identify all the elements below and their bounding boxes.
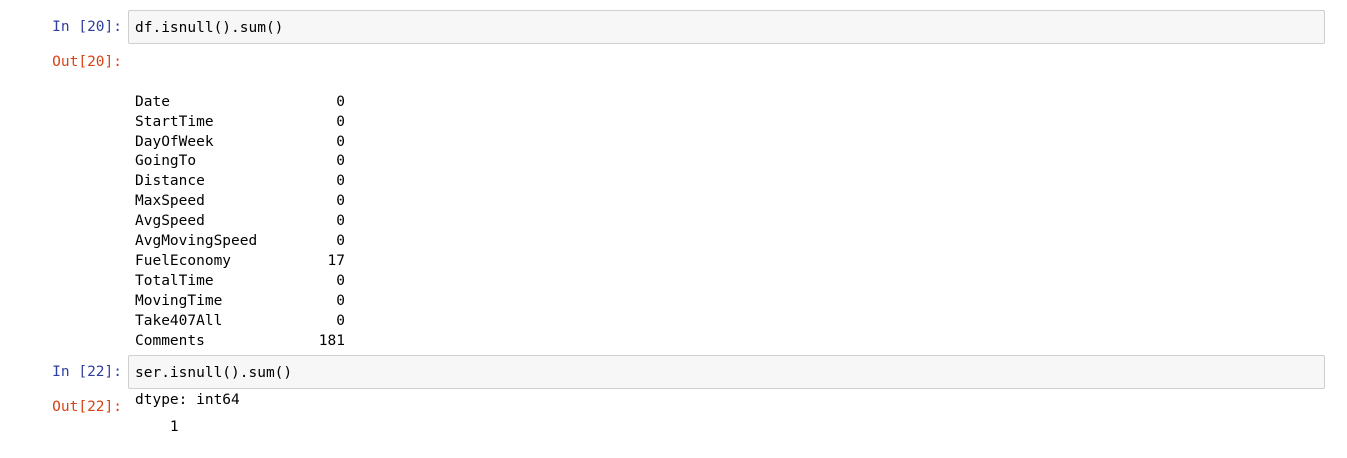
- series-row: FuelEconomy 17: [135, 252, 345, 272]
- series-index-label: DayOfWeek: [135, 133, 214, 150]
- series-index-label: Take407All: [135, 312, 223, 329]
- series-row: TotalTime 0: [135, 272, 345, 292]
- output-area: 1: [135, 398, 179, 458]
- series-index-label: AvgSpeed: [135, 213, 205, 230]
- series-index-label: MaxSpeed: [135, 193, 205, 210]
- series-value: 0: [336, 312, 345, 329]
- series-index-label: StartTime: [135, 113, 214, 130]
- series-index-label: Date: [135, 93, 170, 110]
- series-row: MovingTime 0: [135, 292, 345, 312]
- series-index-label: GoingTo: [135, 153, 197, 170]
- output-prompt: Out[22]:: [52, 399, 122, 415]
- notebook-cell-22[interactable]: In [22]: ser.isnull().sum() Out[22]: 1: [0, 345, 1347, 435]
- series-index-label: TotalTime: [135, 272, 214, 289]
- code-input-area[interactable]: df.isnull().sum(): [128, 10, 1325, 44]
- series-row: Date 0: [135, 93, 345, 113]
- series-index-label: FuelEconomy: [135, 252, 232, 269]
- series-value: 0: [336, 173, 345, 190]
- series-index-label: Distance: [135, 173, 205, 190]
- series-value: 0: [336, 233, 345, 250]
- series-value: 17: [327, 252, 345, 269]
- code-text[interactable]: ser.isnull().sum(): [135, 363, 292, 383]
- input-prompt: In [22]:: [52, 364, 122, 380]
- series-value: 0: [336, 113, 345, 130]
- series-value: 0: [336, 193, 345, 210]
- series-row: AvgMovingSpeed 0: [135, 232, 345, 252]
- series-row: StartTime 0: [135, 113, 345, 133]
- input-prompt: In [20]:: [52, 19, 122, 35]
- series-index-label: MovingTime: [135, 292, 223, 309]
- series-row: AvgSpeed 0: [135, 212, 345, 232]
- series-row: Take407All 0: [135, 312, 345, 332]
- series-output: Date 0 StartTime 0 DayOfWeek 0 GoingTo 0 Distanc…: [135, 93, 345, 352]
- series-value: 0: [336, 292, 345, 309]
- series-index-label: AvgMovingSpeed: [135, 233, 258, 250]
- series-value: 0: [336, 272, 345, 289]
- code-input-area[interactable]: ser.isnull().sum(): [128, 355, 1325, 389]
- series-row: Distance 0: [135, 172, 345, 192]
- series-value: 0: [336, 133, 345, 150]
- series-value: 0: [336, 93, 345, 110]
- output-text: 1: [169, 418, 179, 435]
- output-prompt: Out[20]:: [52, 54, 122, 70]
- series-row: MaxSpeed 0: [135, 192, 345, 212]
- series-value: 0: [336, 153, 345, 170]
- notebook-cell-20[interactable]: In [20]: df.isnull().sum() Out[20]: Date…: [0, 0, 1347, 408]
- series-row: GoingTo 0: [135, 152, 345, 172]
- series-value: 0: [336, 213, 345, 230]
- code-text[interactable]: df.isnull().sum(): [135, 18, 283, 38]
- series-row: DayOfWeek 0: [135, 133, 345, 153]
